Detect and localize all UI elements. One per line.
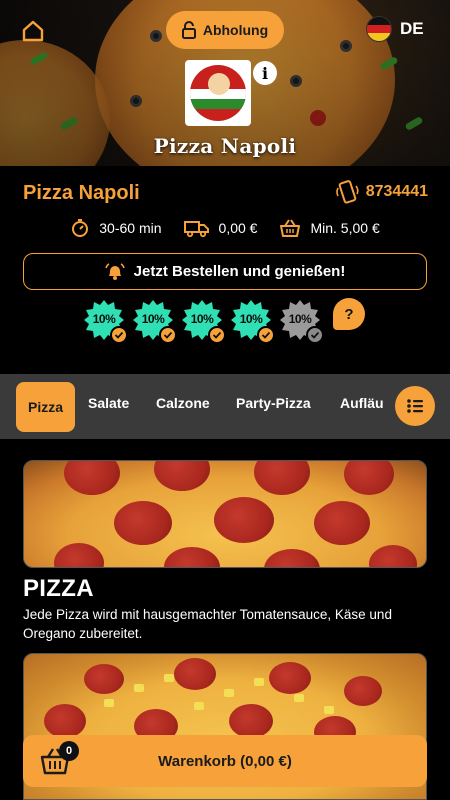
- tab-calzone[interactable]: Calzone: [156, 395, 210, 411]
- discount-badge[interactable]: 10%: [84, 300, 128, 344]
- tab-pizza[interactable]: Pizza: [16, 382, 75, 432]
- tab-salate[interactable]: Salate: [88, 395, 129, 411]
- cart-button[interactable]: 0 Warenkorb (0,00 €): [23, 735, 427, 787]
- discount-badge[interactable]: 10%: [133, 300, 177, 344]
- lock-icon: [181, 21, 196, 39]
- order-banner-text: Jetzt Bestellen und genießen!: [133, 263, 346, 280]
- check-icon: [159, 326, 177, 344]
- restaurant-logo: [185, 60, 251, 126]
- delivery-time-text: 30-60 min: [99, 220, 162, 236]
- info-icon[interactable]: i: [253, 61, 277, 85]
- basket-icon: [280, 219, 301, 237]
- language-label: DE: [400, 19, 424, 38]
- category-image-pizza: [23, 460, 427, 568]
- timer-icon: [72, 219, 89, 237]
- minimum-order: Min. 5,00 €: [279, 218, 380, 238]
- category-list-button[interactable]: [395, 386, 435, 426]
- section-description: Jede Pizza wird mit hausgemachter Tomate…: [23, 607, 392, 641]
- delivery-info: 30-60 min 0,00 € Min. 5,00 €: [0, 218, 450, 238]
- language-selector[interactable]: DE: [366, 16, 424, 42]
- check-icon: [208, 326, 226, 344]
- cart-count-badge: 0: [59, 741, 79, 761]
- category-bar: Pizza Salate Calzone Party-Pizza Aufläu: [0, 374, 450, 439]
- bell-icon: [104, 262, 125, 280]
- delivery-time: 30-60 min: [70, 218, 162, 238]
- minimum-order-text: Min. 5,00 €: [310, 220, 380, 236]
- delivery-fee: 0,00 €: [183, 218, 258, 238]
- pickup-label: Abholung: [202, 22, 269, 38]
- section-title: PIZZA: [23, 575, 94, 602]
- tab-party-pizza[interactable]: Party-Pizza: [236, 395, 311, 411]
- order-now-banner[interactable]: Jetzt Bestellen und genießen!: [23, 253, 427, 290]
- phone-icon: [335, 180, 359, 204]
- list-icon: [407, 399, 423, 413]
- help-button[interactable]: ?: [333, 298, 365, 330]
- check-icon: [257, 326, 275, 344]
- discount-badge[interactable]: 10%: [231, 300, 275, 344]
- home-button[interactable]: [20, 18, 46, 44]
- discount-badge-inactive[interactable]: 10%: [280, 300, 324, 344]
- hero-restaurant-name: Pizza Napoli: [153, 134, 297, 158]
- delivery-fee-text: 0,00 €: [218, 220, 258, 236]
- check-icon: [110, 326, 128, 344]
- discount-badges: 10% 10% 10% 10% 10% ?: [84, 298, 365, 344]
- pickup-toggle-button[interactable]: Abholung: [166, 11, 284, 49]
- phone-number: 8734441: [365, 183, 428, 200]
- flag-de-icon: [366, 16, 392, 42]
- discount-badge[interactable]: 10%: [182, 300, 226, 344]
- delivery-truck-icon: [183, 221, 209, 238]
- home-icon: [22, 20, 44, 42]
- phone-link[interactable]: 8734441: [334, 180, 428, 204]
- restaurant-name: Pizza Napoli: [23, 182, 140, 204]
- check-icon: [306, 326, 324, 344]
- cart-label: Warenkorb (0,00 €): [158, 752, 292, 770]
- tab-auflaeufe[interactable]: Aufläu: [340, 395, 384, 411]
